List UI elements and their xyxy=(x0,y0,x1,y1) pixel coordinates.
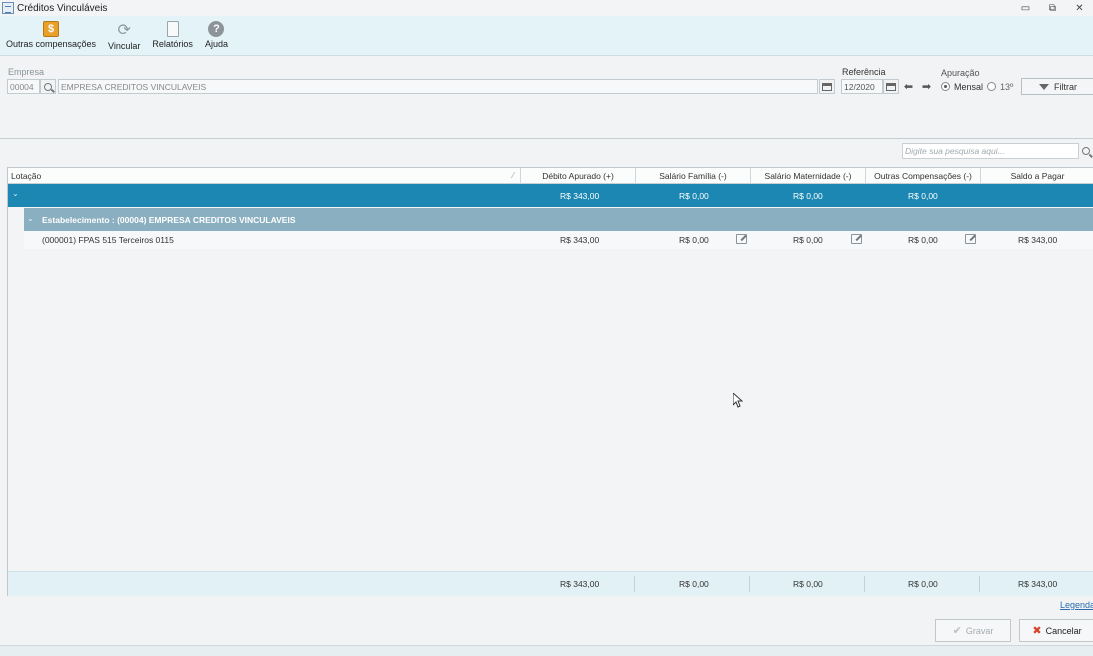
col-saldo[interactable]: Saldo a Pagar xyxy=(981,168,1093,184)
app-icon xyxy=(2,2,14,14)
refresh-icon: ⟳ xyxy=(117,22,131,39)
cancel-icon: ✖ xyxy=(1032,625,1042,637)
edit-icon[interactable] xyxy=(851,234,862,244)
row-debito: R$ 343,00 xyxy=(560,235,600,245)
cancelar-label: Cancelar xyxy=(1045,625,1082,636)
check-icon: ✔ xyxy=(952,625,962,637)
summary-familia: R$ 0,00 xyxy=(679,191,709,201)
row-familia: R$ 0,00 xyxy=(679,235,709,245)
group-row[interactable]: ⌄ Estabelecimento : (00004) EMPRESA CRED… xyxy=(24,208,1093,231)
toolbar: $ Outras compensações ⟳ Vincular Relatór… xyxy=(0,16,1093,56)
next-month-icon[interactable]: ➡ xyxy=(919,79,934,94)
col-debito[interactable]: Débito Apurado (+) xyxy=(521,168,636,184)
footer-separator xyxy=(979,576,980,592)
edit-icon[interactable] xyxy=(736,234,747,244)
grid-footer: R$ 343,00 R$ 0,00 R$ 0,00 R$ 0,00 R$ 343… xyxy=(8,571,1093,596)
col-outras[interactable]: Outras Compensações (-) xyxy=(866,168,981,184)
help-icon: ? xyxy=(208,21,225,37)
outras-compensacoes-label: Outras compensações xyxy=(6,39,97,49)
footer-maternidade: R$ 0,00 xyxy=(793,579,823,589)
calendar-icon xyxy=(886,82,896,91)
calendar-button[interactable] xyxy=(883,79,899,94)
search-icon xyxy=(1082,147,1090,155)
cancelar-button[interactable]: ✖ Cancelar xyxy=(1019,619,1093,642)
referencia-label: Referência xyxy=(842,67,886,77)
radio-mensal[interactable] xyxy=(941,82,950,91)
list-icon xyxy=(822,82,832,91)
footer-separator xyxy=(749,576,750,592)
table-row[interactable]: (000001) FPAS 515 Terceiros 0115 R$ 343,… xyxy=(24,231,1093,249)
filtrar-label: Filtrar xyxy=(1054,81,1077,92)
gravar-label: Gravar xyxy=(965,625,994,636)
empresa-list-button[interactable] xyxy=(819,79,835,94)
referencia-field[interactable]: 12/2020 xyxy=(841,79,883,94)
relatorios-button[interactable]: Relatórios xyxy=(146,16,199,56)
row-saldo: R$ 343,00 xyxy=(1018,235,1058,245)
row-lotacao: (000001) FPAS 515 Terceiros 0115 xyxy=(42,235,174,245)
summary-debito: R$ 343,00 xyxy=(560,191,600,201)
group-label: Estabelecimento : (00004) EMPRESA CREDIT… xyxy=(42,215,296,225)
vincular-label: Vincular xyxy=(108,41,141,51)
search-button[interactable] xyxy=(1079,143,1093,159)
col-familia[interactable]: Salário Família (-) xyxy=(636,168,751,184)
summary-maternidade: R$ 0,00 xyxy=(793,191,823,201)
restore-icon[interactable]: ⧉ xyxy=(1039,0,1066,16)
outras-compensacoes-button[interactable]: $ Outras compensações xyxy=(0,16,102,56)
footer-separator xyxy=(864,576,865,592)
sort-icon: ⁄ xyxy=(512,171,514,180)
summary-row[interactable]: ⌄ R$ 343,00 R$ 0,00 R$ 0,00 R$ 0,00 xyxy=(8,184,1093,207)
empresa-label: Empresa xyxy=(8,67,45,77)
window-title: Créditos Vinculáveis xyxy=(17,2,108,14)
row-outras: R$ 0,00 xyxy=(908,235,938,245)
chevron-down-icon[interactable]: ⌄ xyxy=(27,214,34,223)
summary-outras: R$ 0,00 xyxy=(908,191,938,201)
search-input[interactable]: Digite sua pesquisa aqui... xyxy=(902,143,1079,159)
radio-13-label: 13º xyxy=(1000,82,1014,92)
document-icon xyxy=(166,21,179,37)
empresa-name-field[interactable]: EMPRESA CREDITOS VINCULAVEIS xyxy=(58,79,818,94)
footer-familia: R$ 0,00 xyxy=(679,579,709,589)
legenda-link[interactable]: Legenda xyxy=(1060,600,1093,610)
divider xyxy=(0,138,1093,139)
edit-icon[interactable] xyxy=(965,234,976,244)
search-icon xyxy=(44,82,52,91)
filtrar-button[interactable]: Filtrar xyxy=(1021,78,1093,95)
gravar-button[interactable]: ✔ Gravar xyxy=(935,619,1011,642)
filter-icon xyxy=(1039,83,1049,90)
relatorios-label: Relatórios xyxy=(152,39,193,49)
footer-saldo: R$ 343,00 xyxy=(1018,579,1058,589)
col-lotacao[interactable]: Lotação ⁄ xyxy=(8,168,521,184)
window-controls: ▭ ⧉ ✕ xyxy=(1012,0,1093,16)
previous-month-icon[interactable]: ⬅ xyxy=(901,79,916,94)
grid-header: Lotação ⁄ Débito Apurado (+) Salário Fam… xyxy=(8,168,1093,184)
empresa-search-button[interactable] xyxy=(40,79,56,94)
empresa-code-field[interactable]: 00004 xyxy=(7,79,40,94)
radio-13[interactable] xyxy=(987,82,996,91)
row-maternidade: R$ 0,00 xyxy=(793,235,823,245)
apuracao-label: Apuração xyxy=(941,68,980,78)
col-lotacao-label: Lotação xyxy=(11,171,42,181)
title-bar: Créditos Vinculáveis ▭ ⧉ ✕ xyxy=(0,0,1093,16)
ajuda-button[interactable]: ? Ajuda xyxy=(199,16,234,56)
minimize-icon[interactable]: ▭ xyxy=(1012,0,1039,16)
dollar-icon: $ xyxy=(43,21,60,37)
chevron-down-icon[interactable]: ⌄ xyxy=(12,189,19,198)
footer-separator xyxy=(634,576,635,592)
footer-outras: R$ 0,00 xyxy=(908,579,938,589)
ajuda-label: Ajuda xyxy=(204,39,228,49)
vincular-button[interactable]: ⟳ Vincular xyxy=(102,16,146,56)
status-bar xyxy=(0,645,1093,656)
col-maternidade[interactable]: Salário Maternidade (-) xyxy=(751,168,866,184)
footer-debito: R$ 343,00 xyxy=(560,579,600,589)
data-grid: Lotação ⁄ Débito Apurado (+) Salário Fam… xyxy=(7,167,1093,596)
close-icon[interactable]: ✕ xyxy=(1066,0,1093,16)
radio-mensal-label: Mensal xyxy=(954,82,984,92)
